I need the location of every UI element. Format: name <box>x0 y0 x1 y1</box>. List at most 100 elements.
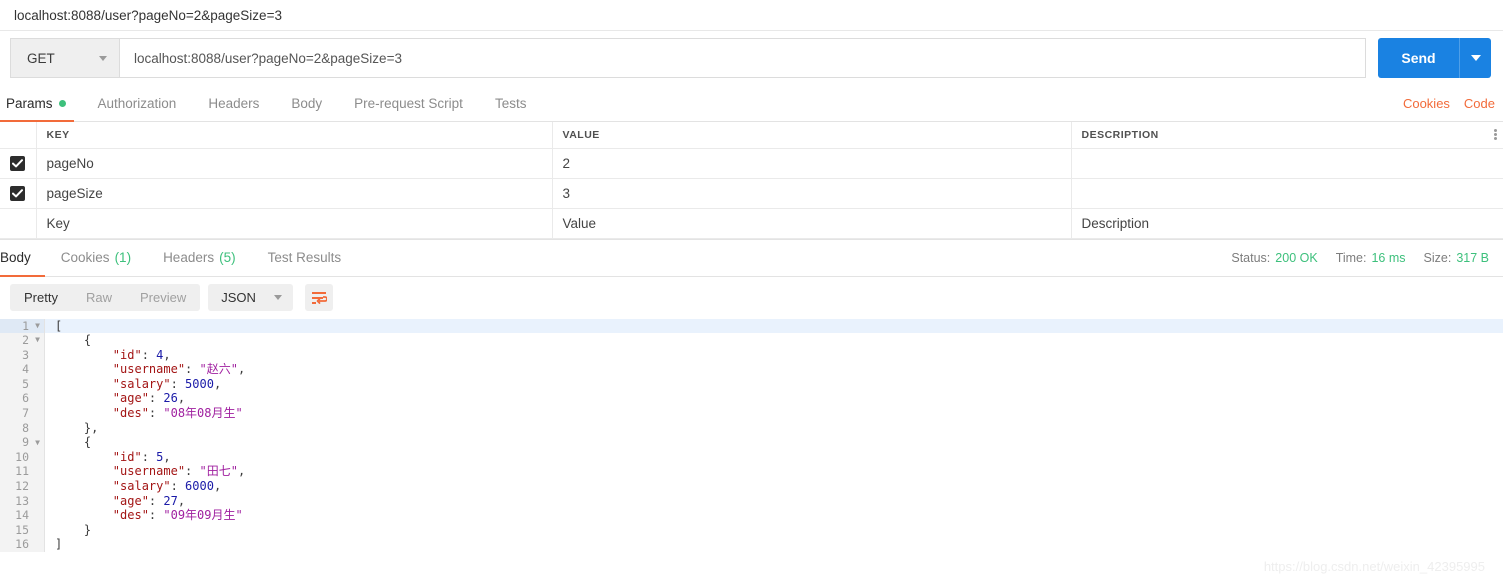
send-options-button[interactable] <box>1459 38 1491 78</box>
code-lines-container: 1▼[2▼ {3 "id": 4,4 "username": "赵六",5 "s… <box>0 319 1503 552</box>
param-value-pageno[interactable]: 2 <box>552 148 1071 178</box>
request-title: localhost:8088/user?pageNo=2&pageSize=3 <box>14 8 282 23</box>
code-line-text: "id": 4, <box>45 348 171 363</box>
line-number: 14 <box>0 508 45 523</box>
tab-tests-label: Tests <box>495 96 527 111</box>
params-table: KEY VALUE DESCRIPTION pageNo 2 <box>0 122 1503 239</box>
code-line-text: "username": "田七", <box>45 464 245 479</box>
response-tab-headers-label: Headers <box>163 250 214 265</box>
view-mode-pretty[interactable]: Pretty <box>10 284 72 311</box>
code-line: 6 "age": 26, <box>0 391 1503 406</box>
code-line: 7 "des": "08年08月生" <box>0 406 1503 421</box>
request-bar: GET localhost:8088/user?pageNo=2&pageSiz… <box>0 31 1503 85</box>
http-method-value: GET <box>27 51 55 66</box>
response-tab-test-results[interactable]: Test Results <box>252 240 358 276</box>
code-line-text: }, <box>45 421 98 436</box>
tab-tests[interactable]: Tests <box>479 85 543 121</box>
param-row-checkbox-cell-1 <box>0 178 36 208</box>
code-link[interactable]: Code <box>1464 96 1495 111</box>
code-line: 13 "age": 27, <box>0 494 1503 509</box>
check-icon <box>12 189 23 198</box>
size-value: 317 B <box>1456 251 1489 265</box>
code-line-text: "id": 5, <box>45 450 171 465</box>
tab-authorization-label: Authorization <box>98 96 177 111</box>
param-description-pageno[interactable] <box>1071 148 1503 178</box>
code-line: 12 "salary": 6000, <box>0 479 1503 494</box>
param-row-checkbox-cell-new <box>0 208 36 238</box>
code-line: 1▼[ <box>0 319 1503 334</box>
fold-arrow-icon[interactable]: ▼ <box>32 322 40 330</box>
view-mode-raw[interactable]: Raw <box>72 284 126 311</box>
watermark: https://blog.csdn.net/weixin_42395995 <box>1264 559 1485 574</box>
response-format-toolbar: Pretty Raw Preview JSON <box>0 277 1503 319</box>
url-input-value: localhost:8088/user?pageNo=2&pageSize=3 <box>134 51 402 66</box>
code-line: 14 "des": "09年09月生" <box>0 508 1503 523</box>
bulk-edit-icon[interactable] <box>1494 133 1497 136</box>
code-line-text: "username": "赵六", <box>45 362 245 377</box>
param-value-pagesize[interactable]: 3 <box>552 178 1071 208</box>
params-header-value: VALUE <box>552 122 1071 148</box>
response-language-select[interactable]: JSON <box>208 284 293 311</box>
tab-body[interactable]: Body <box>275 85 338 121</box>
code-line: 9▼ { <box>0 435 1503 450</box>
status-badge: Status: 200 OK <box>1231 251 1317 265</box>
send-button-group: Send <box>1378 38 1491 78</box>
line-number: 4 <box>0 362 45 377</box>
code-line-text: { <box>45 435 91 450</box>
size-badge: Size: 317 B <box>1424 251 1489 265</box>
line-number: 8 <box>0 421 45 436</box>
cookies-link[interactable]: Cookies <box>1403 96 1450 111</box>
code-line-text: ] <box>45 537 62 551</box>
line-number: 11 <box>0 464 45 479</box>
response-tab-body[interactable]: Body <box>0 240 45 276</box>
fold-arrow-icon[interactable]: ▼ <box>32 439 40 447</box>
line-number: 3 <box>0 348 45 363</box>
param-checkbox-pagesize[interactable] <box>10 186 25 201</box>
time-value: 16 ms <box>1371 251 1405 265</box>
tab-params[interactable]: Params <box>0 85 82 121</box>
code-line: 3 "id": 4, <box>0 348 1503 363</box>
tab-authorization[interactable]: Authorization <box>82 85 193 121</box>
tab-pre-request-script-label: Pre-request Script <box>354 96 463 111</box>
params-header-key: KEY <box>36 122 552 148</box>
line-number: 13 <box>0 494 45 509</box>
url-input[interactable]: localhost:8088/user?pageNo=2&pageSize=3 <box>120 38 1366 78</box>
word-wrap-toggle[interactable] <box>305 284 333 311</box>
view-mode-preview[interactable]: Preview <box>126 284 200 311</box>
size-label: Size: <box>1424 251 1452 265</box>
param-key-pagesize[interactable]: pageSize <box>36 178 552 208</box>
tab-pre-request-script[interactable]: Pre-request Script <box>338 85 479 121</box>
param-description-pagesize[interactable] <box>1071 178 1503 208</box>
response-tab-headers[interactable]: Headers (5) <box>147 240 252 276</box>
response-tab-headers-count: (5) <box>219 250 236 265</box>
code-line: 10 "id": 5, <box>0 450 1503 465</box>
param-description-new-input[interactable]: Description <box>1071 208 1503 238</box>
param-value-new-input[interactable]: Value <box>552 208 1071 238</box>
param-key-pageno[interactable]: pageNo <box>36 148 552 178</box>
check-icon <box>12 159 23 168</box>
request-tabs-right-links: Cookies Code <box>1403 85 1503 121</box>
response-tab-cookies-label: Cookies <box>61 250 110 265</box>
param-checkbox-pageno[interactable] <box>10 156 25 171</box>
line-number: 9▼ <box>0 435 45 450</box>
line-number: 5 <box>0 377 45 392</box>
line-number: 6 <box>0 391 45 406</box>
code-line: 5 "salary": 5000, <box>0 377 1503 392</box>
response-view-mode-group: Pretty Raw Preview <box>10 284 200 311</box>
tab-headers[interactable]: Headers <box>192 85 275 121</box>
table-row: pageSize 3 <box>0 178 1503 208</box>
word-wrap-icon <box>311 291 327 305</box>
response-tab-cookies[interactable]: Cookies (1) <box>45 240 147 276</box>
line-number: 16 <box>0 537 45 551</box>
send-button[interactable]: Send <box>1378 38 1459 78</box>
params-header-description-label: DESCRIPTION <box>1082 129 1159 141</box>
param-key-new-input[interactable]: Key <box>36 208 552 238</box>
response-language-value: JSON <box>221 290 256 305</box>
time-label: Time: <box>1336 251 1367 265</box>
http-method-select[interactable]: GET <box>10 38 120 78</box>
line-number: 7 <box>0 406 45 421</box>
response-body-code-viewer[interactable]: 1▼[2▼ {3 "id": 4,4 "username": "赵六",5 "s… <box>0 319 1503 552</box>
tab-body-label: Body <box>291 96 322 111</box>
code-line-text: { <box>45 333 91 348</box>
fold-arrow-icon[interactable]: ▼ <box>32 336 40 344</box>
